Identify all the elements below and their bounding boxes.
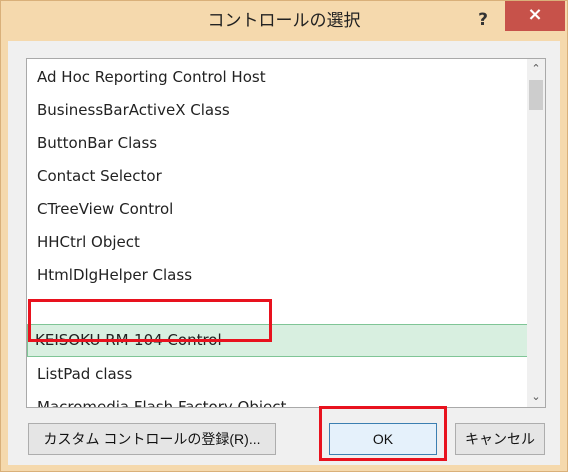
chevron-down-icon[interactable]: ⌄	[527, 387, 545, 407]
help-button[interactable]: ?	[469, 7, 497, 33]
close-icon: ×	[527, 4, 543, 25]
chevron-up-icon[interactable]: ⌃	[527, 59, 545, 79]
cancel-button[interactable]: キャンセル	[455, 423, 545, 455]
list-item[interactable]: Macromedia Flash Factory Object	[29, 391, 527, 407]
list-item[interactable]: HHCtrl Object	[29, 226, 527, 259]
select-control-dialog: コントロールの選択 ? × Ad Hoc Reporting Control H…	[0, 0, 568, 472]
dialog-content: Ad Hoc Reporting Control Host BusinessBa…	[8, 41, 560, 465]
ok-button-highlight	[319, 406, 447, 461]
register-custom-control-button[interactable]: カスタム コントロールの登録(R)...	[28, 423, 276, 455]
list-item[interactable]: CTreeView Control	[29, 193, 527, 226]
vertical-scrollbar[interactable]: ⌃ ⌄	[527, 59, 545, 407]
list-item[interactable]: ListPad class	[29, 358, 527, 391]
list-item[interactable]: HtmlDlgHelper Class	[29, 259, 527, 292]
list-item[interactable]: BusinessBarActiveX Class	[29, 94, 527, 127]
list-item[interactable]: ButtonBar Class	[29, 127, 527, 160]
control-listbox[interactable]: Ad Hoc Reporting Control Host BusinessBa…	[26, 58, 546, 408]
close-button[interactable]: ×	[505, 1, 565, 31]
title-bar: コントロールの選択 ? ×	[1, 1, 567, 41]
list-item[interactable]: Ad Hoc Reporting Control Host	[29, 61, 527, 94]
list-item[interactable]: Contact Selector	[29, 160, 527, 193]
scroll-thumb[interactable]	[529, 80, 543, 110]
selected-item-highlight	[28, 299, 272, 342]
